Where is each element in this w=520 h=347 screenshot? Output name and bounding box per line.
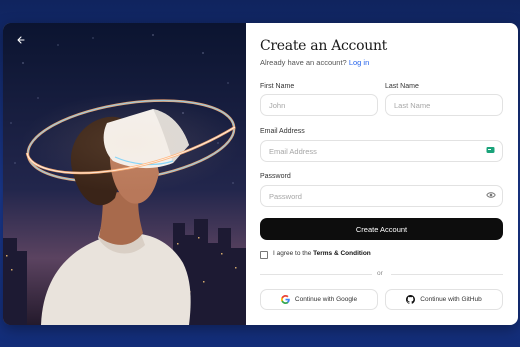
google-button-label: Continue with Google xyxy=(294,296,358,303)
first-name-label: First Name xyxy=(260,83,295,90)
login-link[interactable]: Log in xyxy=(349,58,369,67)
last-name-input[interactable] xyxy=(385,94,503,116)
login-prompt-text: Already have an account? xyxy=(260,58,347,67)
form-title: Create an Account xyxy=(260,38,387,54)
vr-illustration xyxy=(3,23,246,325)
github-button-label: Continue with GitHub xyxy=(420,296,482,303)
divider-or: or xyxy=(377,270,383,277)
password-input[interactable] xyxy=(260,185,503,207)
google-signin-button[interactable]: Continue with Google xyxy=(260,289,378,310)
last-name-label: Last Name xyxy=(385,83,419,90)
hero-image xyxy=(3,23,246,325)
arrow-left-icon xyxy=(17,36,25,44)
github-signin-button[interactable]: Continue with GitHub xyxy=(385,289,503,310)
terms-label: I agree to the Terms & Condition xyxy=(273,250,371,257)
back-arrow-icon[interactable] xyxy=(15,35,33,53)
email-label: Email Address xyxy=(260,128,305,135)
email-input[interactable] xyxy=(260,140,503,162)
first-name-input[interactable] xyxy=(260,94,378,116)
terms-link[interactable]: Terms & Condition xyxy=(313,250,371,257)
signup-form: Create an Account Already have an accoun… xyxy=(246,23,518,325)
signup-card: Create an Account Already have an accoun… xyxy=(3,23,518,325)
password-label: Password xyxy=(260,173,291,180)
terms-prefix: I agree to the xyxy=(273,250,312,257)
github-icon xyxy=(406,295,416,304)
terms-checkbox[interactable] xyxy=(260,251,268,259)
divider-left xyxy=(260,274,372,275)
eye-icon[interactable] xyxy=(486,191,496,202)
create-account-button[interactable]: Create Account xyxy=(260,218,503,240)
login-prompt: Already have an account? Log in xyxy=(260,58,369,67)
email-badge-icon xyxy=(486,146,495,157)
divider-right xyxy=(391,274,503,275)
google-icon xyxy=(280,295,290,304)
